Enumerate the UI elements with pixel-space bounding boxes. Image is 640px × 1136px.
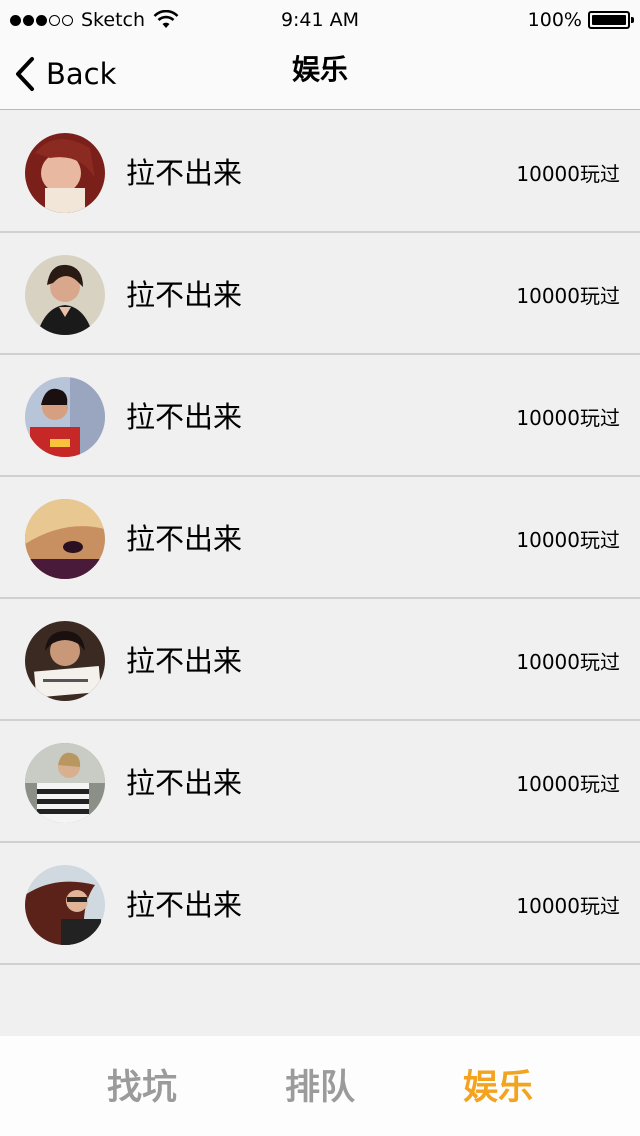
avatar	[25, 133, 105, 213]
avatar	[25, 865, 105, 945]
status-right: 100%	[527, 0, 634, 40]
battery-percent: 100%	[527, 9, 582, 31]
avatar	[25, 255, 105, 335]
tab-find-pit[interactable]: 找坑	[107, 1066, 177, 1110]
item-title: 拉不出来	[126, 766, 243, 800]
item-title: 拉不出来	[126, 278, 243, 312]
battery-icon	[588, 11, 634, 29]
list-item[interactable]: 拉不出来 10000玩过	[0, 355, 640, 477]
avatar	[25, 621, 105, 701]
play-count: 10000玩过	[516, 528, 620, 552]
tab-entertainment[interactable]: 娱乐	[463, 1066, 533, 1110]
item-title: 拉不出来	[126, 156, 243, 190]
item-title: 拉不出来	[126, 400, 243, 434]
list-item[interactable]: 拉不出来 10000玩过	[0, 721, 640, 843]
status-bar: Sketch 9:41 AM 100%	[0, 0, 640, 40]
play-count: 10000玩过	[516, 894, 620, 918]
game-list: 拉不出来 10000玩过 拉不出来 10000玩过 拉不出来 10000玩过 拉…	[0, 111, 640, 965]
list-item[interactable]: 拉不出来 10000玩过	[0, 843, 640, 965]
play-count: 10000玩过	[516, 772, 620, 796]
play-count: 10000玩过	[516, 162, 620, 186]
play-count: 10000玩过	[516, 406, 620, 430]
list-item[interactable]: 拉不出来 10000玩过	[0, 599, 640, 721]
avatar	[25, 743, 105, 823]
list-item[interactable]: 拉不出来 10000玩过	[0, 233, 640, 355]
play-count: 10000玩过	[516, 650, 620, 674]
play-count: 10000玩过	[516, 284, 620, 308]
tab-bar: 找坑 排队 娱乐	[0, 1036, 640, 1136]
item-title: 拉不出来	[126, 888, 243, 922]
page-title: 娱乐	[291, 53, 348, 86]
tab-queue[interactable]: 排队	[285, 1066, 355, 1110]
item-title: 拉不出来	[126, 522, 243, 556]
avatar	[25, 499, 105, 579]
navigation-bar: Back 娱乐	[0, 40, 640, 110]
item-title: 拉不出来	[126, 644, 243, 678]
avatar	[25, 377, 105, 457]
list-item[interactable]: 拉不出来 10000玩过	[0, 477, 640, 599]
list-item[interactable]: 拉不出来 10000玩过	[0, 111, 640, 233]
